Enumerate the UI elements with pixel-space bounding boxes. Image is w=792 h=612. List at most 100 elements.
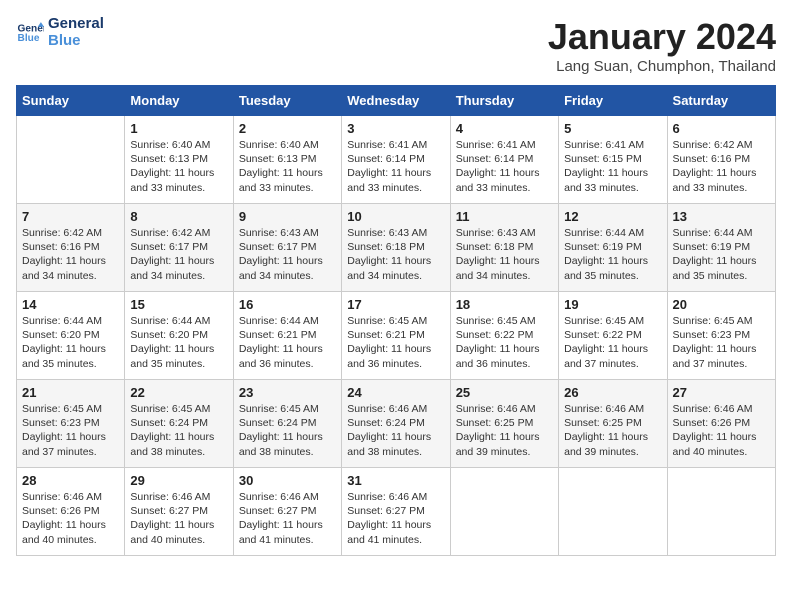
calendar-cell: 31 Sunrise: 6:46 AM Sunset: 6:27 PM Dayli… [342, 468, 450, 556]
weekday-header-wednesday: Wednesday [342, 86, 450, 116]
calendar-cell: 28 Sunrise: 6:46 AM Sunset: 6:26 PM Dayli… [17, 468, 125, 556]
day-number: 22 [130, 385, 227, 400]
calendar-cell: 17 Sunrise: 6:45 AM Sunset: 6:21 PM Dayli… [342, 292, 450, 380]
logo-line1: General [48, 16, 104, 33]
weekday-header-tuesday: Tuesday [233, 86, 341, 116]
day-number: 3 [347, 121, 444, 136]
day-number: 28 [22, 473, 119, 488]
calendar-cell: 10Sunrise: 6:43 AM Sunset: 6:18 PM Dayli… [342, 204, 450, 292]
calendar-cell: 3Sunrise: 6:41 AM Sunset: 6:14 PM Daylig… [342, 116, 450, 204]
calendar-table: SundayMondayTuesdayWednesdayThursdayFrid… [16, 85, 776, 556]
cell-info: Sunrise: 6:42 AM Sunset: 6:16 PM Dayligh… [673, 138, 770, 195]
calendar-cell [559, 468, 667, 556]
day-number: 30 [239, 473, 336, 488]
cell-info: Sunrise: 6:45 AM Sunset: 6:21 PM Dayligh… [347, 314, 444, 371]
calendar-cell: 15 Sunrise: 6:44 AM Sunset: 6:20 PM Dayli… [125, 292, 233, 380]
calendar-cell: 8 Sunrise: 6:42 AM Sunset: 6:17 PM Daylig… [125, 204, 233, 292]
day-number: 1 [130, 121, 227, 136]
day-number: 8 [130, 209, 227, 224]
cell-info: Sunrise: 6:40 AM Sunset: 6:13 PM Dayligh… [239, 138, 336, 195]
cell-info: Sunrise: 6:46 AM Sunset: 6:26 PM Dayligh… [673, 402, 770, 459]
day-number: 15 [130, 297, 227, 312]
cell-info: Sunrise: 6:46 AM Sunset: 6:27 PM Dayligh… [347, 490, 444, 547]
cell-info: Sunrise: 6:45 AM Sunset: 6:24 PM Dayligh… [130, 402, 227, 459]
calendar-cell [17, 116, 125, 204]
cell-info: Sunrise: 6:44 AM Sunset: 6:20 PM Dayligh… [130, 314, 227, 371]
calendar-cell: 13Sunrise: 6:44 AM Sunset: 6:19 PM Dayli… [667, 204, 775, 292]
calendar-cell: 4 Sunrise: 6:41 AM Sunset: 6:14 PM Daylig… [450, 116, 558, 204]
cell-info: Sunrise: 6:46 AM Sunset: 6:25 PM Dayligh… [456, 402, 553, 459]
day-number: 12 [564, 209, 661, 224]
calendar-cell: 12 Sunrise: 6:44 AM Sunset: 6:19 PM Dayli… [559, 204, 667, 292]
calendar-cell [450, 468, 558, 556]
title-block: January 2024 Lang Suan, Chumphon, Thaila… [548, 16, 776, 75]
calendar-cell: 22 Sunrise: 6:45 AM Sunset: 6:24 PM Dayli… [125, 380, 233, 468]
day-number: 11 [456, 209, 553, 224]
cell-info: Sunrise: 6:46 AM Sunset: 6:27 PM Dayligh… [130, 490, 227, 547]
calendar-cell: 9 Sunrise: 6:43 AM Sunset: 6:17 PM Daylig… [233, 204, 341, 292]
cell-info: Sunrise: 6:45 AM Sunset: 6:22 PM Dayligh… [456, 314, 553, 371]
logo-line2: Blue [48, 33, 104, 50]
calendar-cell: 24Sunrise: 6:46 AM Sunset: 6:24 PM Dayli… [342, 380, 450, 468]
day-number: 27 [673, 385, 770, 400]
cell-info: Sunrise: 6:45 AM Sunset: 6:24 PM Dayligh… [239, 402, 336, 459]
cell-info: Sunrise: 6:46 AM Sunset: 6:26 PM Dayligh… [22, 490, 119, 547]
cell-info: Sunrise: 6:41 AM Sunset: 6:15 PM Dayligh… [564, 138, 661, 195]
cell-info: Sunrise: 6:42 AM Sunset: 6:16 PM Dayligh… [22, 226, 119, 283]
calendar-cell: 29 Sunrise: 6:46 AM Sunset: 6:27 PM Dayli… [125, 468, 233, 556]
calendar-cell: 21 Sunrise: 6:45 AM Sunset: 6:23 PM Dayli… [17, 380, 125, 468]
day-number: 5 [564, 121, 661, 136]
day-number: 10 [347, 209, 444, 224]
day-number: 4 [456, 121, 553, 136]
logo-icon: General Blue [16, 19, 44, 47]
cell-info: Sunrise: 6:44 AM Sunset: 6:19 PM Dayligh… [564, 226, 661, 283]
calendar-cell [667, 468, 775, 556]
day-number: 7 [22, 209, 119, 224]
day-number: 17 [347, 297, 444, 312]
day-number: 14 [22, 297, 119, 312]
cell-info: Sunrise: 6:46 AM Sunset: 6:27 PM Dayligh… [239, 490, 336, 547]
day-number: 26 [564, 385, 661, 400]
calendar-cell: 5 Sunrise: 6:41 AM Sunset: 6:15 PM Daylig… [559, 116, 667, 204]
calendar-cell: 27 Sunrise: 6:46 AM Sunset: 6:26 PM Dayli… [667, 380, 775, 468]
day-number: 18 [456, 297, 553, 312]
calendar-cell: 16Sunrise: 6:44 AM Sunset: 6:21 PM Dayli… [233, 292, 341, 380]
calendar-cell: 23 Sunrise: 6:45 AM Sunset: 6:24 PM Dayli… [233, 380, 341, 468]
calendar-cell: 26Sunrise: 6:46 AM Sunset: 6:25 PM Dayli… [559, 380, 667, 468]
cell-info: Sunrise: 6:43 AM Sunset: 6:17 PM Dayligh… [239, 226, 336, 283]
day-number: 31 [347, 473, 444, 488]
cell-info: Sunrise: 6:41 AM Sunset: 6:14 PM Dayligh… [456, 138, 553, 195]
calendar-cell: 2 Sunrise: 6:40 AM Sunset: 6:13 PM Daylig… [233, 116, 341, 204]
cell-info: Sunrise: 6:45 AM Sunset: 6:23 PM Dayligh… [22, 402, 119, 459]
day-number: 29 [130, 473, 227, 488]
calendar-cell: 20 Sunrise: 6:45 AM Sunset: 6:23 PM Dayli… [667, 292, 775, 380]
cell-info: Sunrise: 6:46 AM Sunset: 6:24 PM Dayligh… [347, 402, 444, 459]
day-number: 23 [239, 385, 336, 400]
calendar-cell: 25 Sunrise: 6:46 AM Sunset: 6:25 PM Dayli… [450, 380, 558, 468]
weekday-header-saturday: Saturday [667, 86, 775, 116]
day-number: 6 [673, 121, 770, 136]
weekday-header-thursday: Thursday [450, 86, 558, 116]
calendar-cell: 30 Sunrise: 6:46 AM Sunset: 6:27 PM Dayli… [233, 468, 341, 556]
cell-info: Sunrise: 6:45 AM Sunset: 6:22 PM Dayligh… [564, 314, 661, 371]
cell-info: Sunrise: 6:43 AM Sunset: 6:18 PM Dayligh… [456, 226, 553, 283]
weekday-header-friday: Friday [559, 86, 667, 116]
day-number: 2 [239, 121, 336, 136]
location: Lang Suan, Chumphon, Thailand [548, 58, 776, 75]
calendar-cell: 18 Sunrise: 6:45 AM Sunset: 6:22 PM Dayli… [450, 292, 558, 380]
cell-info: Sunrise: 6:44 AM Sunset: 6:20 PM Dayligh… [22, 314, 119, 371]
day-number: 20 [673, 297, 770, 312]
calendar-cell: 1Sunrise: 6:40 AM Sunset: 6:13 PM Daylig… [125, 116, 233, 204]
page-header: General Blue General Blue January 2024 L… [16, 16, 776, 75]
weekday-header-sunday: Sunday [17, 86, 125, 116]
day-number: 19 [564, 297, 661, 312]
day-number: 25 [456, 385, 553, 400]
cell-info: Sunrise: 6:44 AM Sunset: 6:19 PM Dayligh… [673, 226, 770, 283]
cell-info: Sunrise: 6:42 AM Sunset: 6:17 PM Dayligh… [130, 226, 227, 283]
cell-info: Sunrise: 6:45 AM Sunset: 6:23 PM Dayligh… [673, 314, 770, 371]
calendar-cell: 7 Sunrise: 6:42 AM Sunset: 6:16 PM Daylig… [17, 204, 125, 292]
day-number: 21 [22, 385, 119, 400]
calendar-cell: 14 Sunrise: 6:44 AM Sunset: 6:20 PM Dayli… [17, 292, 125, 380]
month-year: January 2024 [548, 16, 776, 58]
day-number: 9 [239, 209, 336, 224]
